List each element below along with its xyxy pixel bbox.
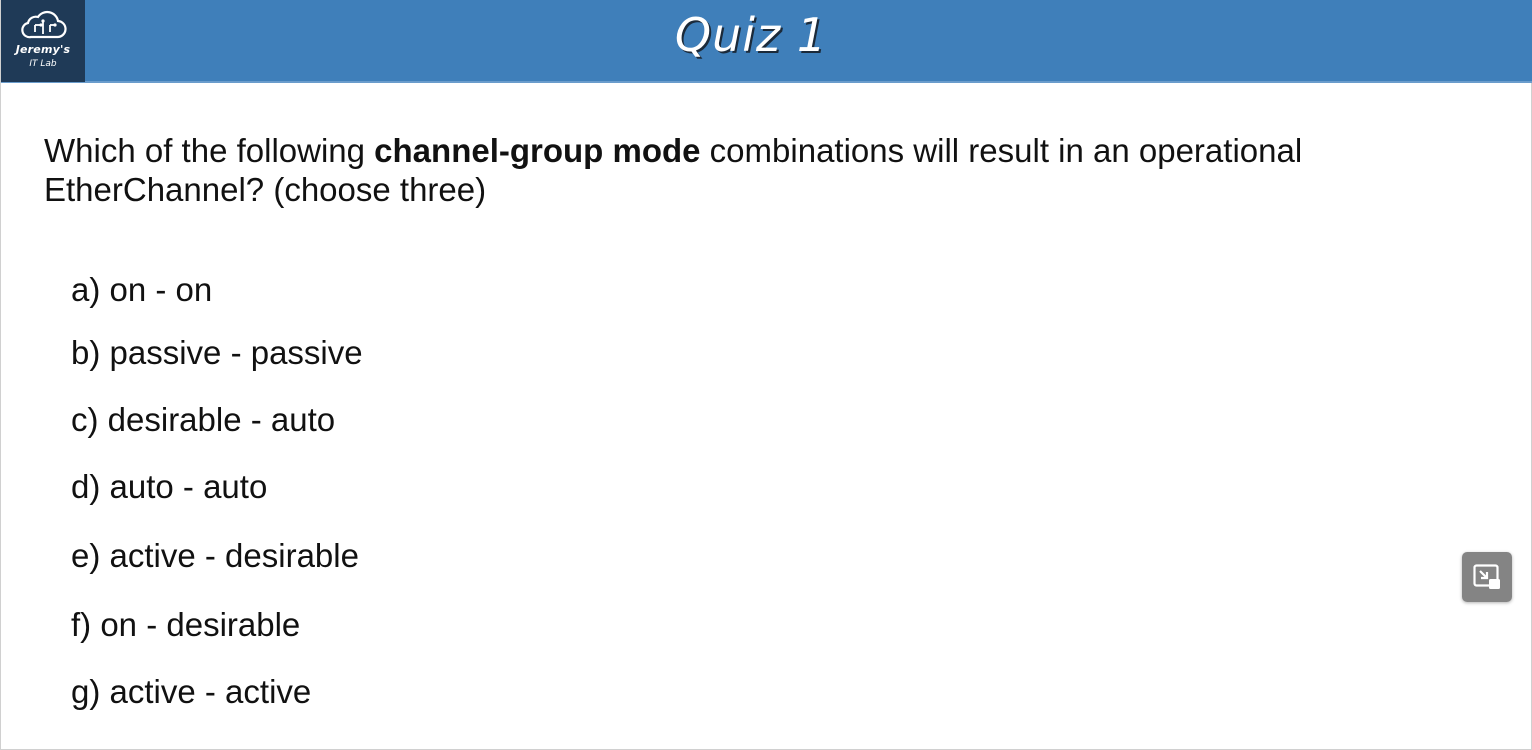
page-title: Quiz 1 (674, 8, 828, 62)
question-text-bold: channel-group mode (374, 132, 701, 169)
option-d: d) auto - auto (71, 468, 268, 505)
option-f: f) on - desirable (71, 606, 301, 643)
option-c: c) desirable - auto (71, 401, 336, 438)
option-a: a) on - on (71, 271, 213, 308)
question-text-before: Which of the following (44, 132, 375, 169)
quiz-slide: Jeremy's IT Lab Quiz 1 Which of the foll… (0, 0, 1532, 750)
picture-in-picture-exit-icon (1473, 564, 1500, 589)
option-b: b) passive - passive (71, 334, 363, 371)
slide-header: Jeremy's IT Lab Quiz 1 (1, 0, 1532, 83)
picture-in-picture-button[interactable] (1462, 552, 1512, 602)
option-g: g) active - active (71, 673, 312, 710)
option-e: e) active - desirable (71, 537, 359, 574)
question-text: Which of the following channel-group mod… (44, 131, 1424, 209)
